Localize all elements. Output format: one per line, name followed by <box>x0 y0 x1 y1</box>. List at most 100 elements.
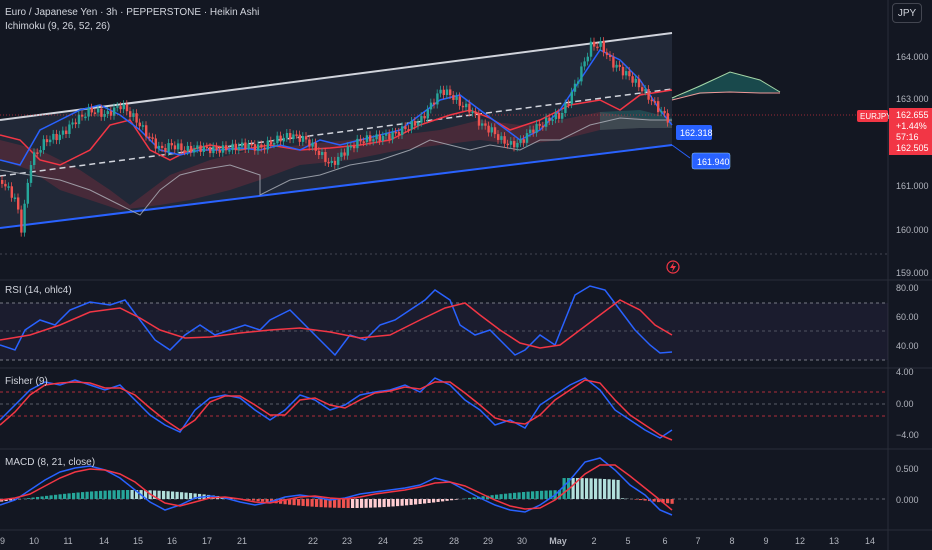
candle-body <box>586 56 589 62</box>
price-axis[interactable]: 164.000 163.000 161.000 160.000 159.000 <box>896 52 929 278</box>
candle-body <box>100 108 103 117</box>
macd-hist-bar <box>306 499 310 507</box>
fisher-legend[interactable]: Fisher (9) <box>5 376 48 387</box>
candle-body <box>605 52 609 56</box>
macd-hist-bar <box>247 499 251 500</box>
fisher-tick: −4.00 <box>896 430 919 440</box>
candle-body <box>215 146 218 150</box>
macd-hist-bar <box>355 499 359 508</box>
candle-body <box>122 104 125 110</box>
candle-body <box>308 139 311 147</box>
candle-body <box>557 112 561 119</box>
rsi-legend[interactable]: RSI (14, ohlc4) <box>5 285 72 296</box>
candle-body <box>493 127 497 135</box>
candle-body <box>237 146 241 151</box>
symbol-title[interactable]: Euro / Japanese Yen · 3h · PEPPERSTONE ·… <box>5 7 259 18</box>
candle-body <box>509 141 513 145</box>
candle-body <box>33 152 36 166</box>
macd-hist-bar <box>346 499 350 508</box>
candle-body <box>250 143 253 146</box>
candle-body <box>589 41 593 57</box>
currency-button[interactable]: JPY <box>892 3 922 23</box>
macd-hist-bar <box>517 492 521 499</box>
candle-body <box>13 197 17 199</box>
channel-mid-value[interactable]: 162.318 <box>680 128 713 138</box>
macd-hist-bar <box>45 495 49 499</box>
sub-price: 162.505 <box>896 143 929 153</box>
macd-hist-bar <box>157 490 161 499</box>
candle-body <box>458 96 461 106</box>
rsi-tick: 40.00 <box>896 341 919 351</box>
candle-body <box>324 152 327 162</box>
macd-hist-bar <box>85 491 89 499</box>
macd-hist-bar <box>540 490 544 499</box>
ichimoku-legend[interactable]: Ichimoku (9, 26, 52, 26) <box>5 21 110 32</box>
macd-hist-bar <box>585 478 589 499</box>
candle-body <box>577 81 580 84</box>
candle-body <box>225 145 228 151</box>
candle-body <box>660 110 663 113</box>
macd-hist-bar <box>301 499 305 506</box>
candle-body <box>548 117 551 122</box>
chart-canvas[interactable]: 164.000 163.000 161.000 160.000 159.000 … <box>0 0 932 550</box>
candle-body <box>269 140 273 145</box>
channel-label-connector <box>671 144 691 159</box>
candle-body <box>26 182 29 204</box>
candle-body <box>621 66 625 76</box>
macd-legend[interactable]: MACD (8, 21, close) <box>5 457 95 468</box>
candle-body <box>205 146 209 149</box>
macd-hist-bar <box>76 492 80 499</box>
price-tick: 159.000 <box>896 268 929 278</box>
candle-body <box>391 131 394 140</box>
candle-body <box>641 87 644 92</box>
macd-hist-bar <box>454 499 458 500</box>
candle-body <box>247 143 250 150</box>
candle-body <box>455 96 458 100</box>
candle-body <box>570 91 573 105</box>
macd-histogram <box>0 478 674 508</box>
price-tick: 161.000 <box>896 181 929 191</box>
candle-body <box>330 160 333 164</box>
candle-body <box>474 111 477 115</box>
rsi-pane[interactable] <box>0 285 888 361</box>
macd-hist-bar <box>526 491 530 499</box>
candle-body <box>61 130 65 135</box>
candle-body <box>407 129 410 131</box>
macd-hist-bar <box>405 499 409 506</box>
macd-tick: 0.500 <box>896 464 919 474</box>
candle-body <box>516 142 519 148</box>
macd-hist-bar <box>175 491 179 499</box>
macd-pane[interactable] <box>0 457 888 516</box>
time-tick: 17 <box>202 536 212 546</box>
candle-body <box>212 146 215 154</box>
candle-body <box>263 147 266 150</box>
price-pane[interactable] <box>0 32 888 255</box>
macd-hist-bar <box>670 499 674 504</box>
macd-hist-bar <box>427 499 431 504</box>
candle-body <box>138 122 141 127</box>
fisher-pane[interactable] <box>0 377 888 441</box>
rsi-tick: 80.00 <box>896 283 919 293</box>
macd-hist-bar <box>103 490 107 499</box>
candle-body <box>167 143 170 152</box>
channel-low-value[interactable]: 161.940 <box>697 157 730 167</box>
candle-body <box>218 149 221 153</box>
macd-hist-bar <box>409 499 413 505</box>
macd-hist-bar <box>531 491 535 499</box>
time-tick: 5 <box>625 536 630 546</box>
macd-hist-bar <box>391 499 395 507</box>
candle-body <box>362 141 365 143</box>
candle-body <box>196 145 199 149</box>
candle-body <box>452 95 455 100</box>
candle-body <box>375 134 378 140</box>
candle-body <box>541 125 545 128</box>
lightning-alert-icon[interactable] <box>666 260 680 274</box>
macd-hist-bar <box>319 499 323 508</box>
macd-hist-bar <box>360 499 364 508</box>
time-axis[interactable]: 9 10 11 14 15 16 17 21 22 23 24 25 28 29 30 May 2 5 6 7 8 9 12… <box>0 536 875 546</box>
candle-body <box>314 142 317 151</box>
candle-body <box>519 139 522 143</box>
candle-body <box>410 121 413 130</box>
price-tick: 160.000 <box>896 225 929 235</box>
macd-hist-bar <box>504 493 508 499</box>
